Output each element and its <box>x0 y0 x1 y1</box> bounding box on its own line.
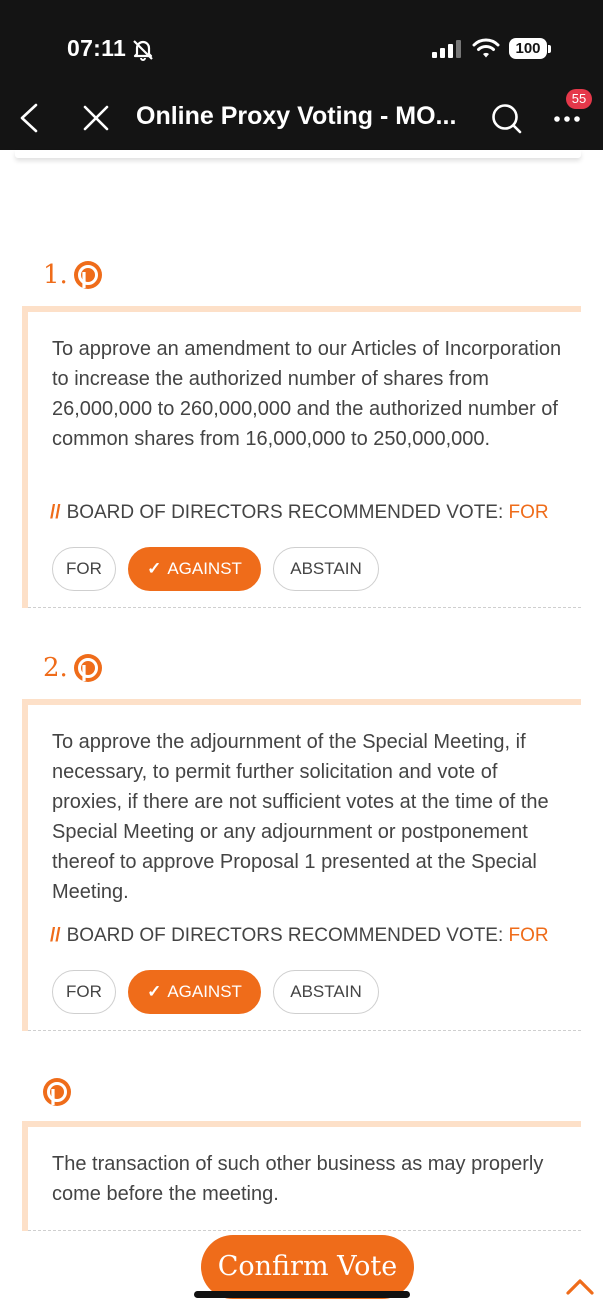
search-icon[interactable] <box>490 102 524 136</box>
vote-abstain-button[interactable]: ABSTAIN <box>273 547 379 591</box>
board-recommendation: //BOARD OF DIRECTORS RECOMMENDED VOTE: F… <box>50 925 549 947</box>
proposal-text: To approve the adjournment of the Specia… <box>52 731 549 903</box>
card-edge <box>15 150 581 158</box>
proxy-p-icon <box>73 654 102 682</box>
proposal-1-card: To approve an amendment to our Articles … <box>22 306 581 608</box>
battery-icon: 100 <box>509 38 551 60</box>
notification-badge: 55 <box>566 89 592 109</box>
proposal-1-header: 1. <box>43 260 102 290</box>
board-recommendation: //BOARD OF DIRECTORS RECOMMENDED VOTE: F… <box>50 502 549 524</box>
vote-against-button[interactable]: ✓ AGAINST <box>128 970 261 1014</box>
vote-abstain-button[interactable]: ABSTAIN <box>273 970 379 1014</box>
rec-value: FOR <box>508 925 549 946</box>
status-time: 07:11 <box>67 35 127 61</box>
battery-level: 100 <box>509 38 547 59</box>
scroll-top-chevron-icon[interactable] <box>563 1273 597 1299</box>
rec-prefix: // <box>50 502 61 523</box>
close-icon[interactable] <box>80 102 112 134</box>
proposal-number: 1. <box>43 260 68 290</box>
rec-value: FOR <box>508 502 549 523</box>
check-icon: ✓ <box>147 559 162 578</box>
proposal-2-card: To approve the adjournment of the Specia… <box>22 699 581 1031</box>
wifi-icon <box>472 38 500 58</box>
proxy-p-icon <box>43 1078 71 1106</box>
vote-against-button[interactable]: ✓ AGAINST <box>128 547 261 591</box>
vote-against-label: AGAINST <box>167 982 242 1001</box>
vote-for-button[interactable]: FOR <box>52 547 116 591</box>
other-business-header <box>43 1078 71 1106</box>
other-business-card: The transaction of such other business a… <box>22 1121 581 1231</box>
rec-label: BOARD OF DIRECTORS RECOMMENDED VOTE: <box>66 925 504 946</box>
top-bar: 07:11 100 Online Proxy Voting - MO... 55 <box>0 0 603 150</box>
vote-for-button[interactable]: FOR <box>52 970 116 1014</box>
back-chevron-icon[interactable] <box>14 100 44 136</box>
proposal-text: The transaction of such other business a… <box>52 1153 544 1205</box>
home-indicator <box>194 1291 410 1298</box>
proposal-text: To approve an amendment to our Articles … <box>52 338 562 450</box>
rec-label: BOARD OF DIRECTORS RECOMMENDED VOTE: <box>66 502 504 523</box>
proposal-2-header: 2. <box>43 653 102 683</box>
confirm-vote-button[interactable]: Confirm Vote <box>201 1235 414 1299</box>
vote-against-label: AGAINST <box>167 559 242 578</box>
proposal-number: 2. <box>43 653 68 683</box>
page: 07:11 100 Online Proxy Voting - MO... 55… <box>0 0 603 1311</box>
page-title: Online Proxy Voting - MO... <box>136 102 457 130</box>
proxy-p-icon <box>73 261 102 289</box>
rec-prefix: // <box>50 925 61 946</box>
signal-icon <box>432 40 461 58</box>
bell-muted-icon <box>133 40 153 61</box>
check-icon: ✓ <box>147 982 162 1001</box>
